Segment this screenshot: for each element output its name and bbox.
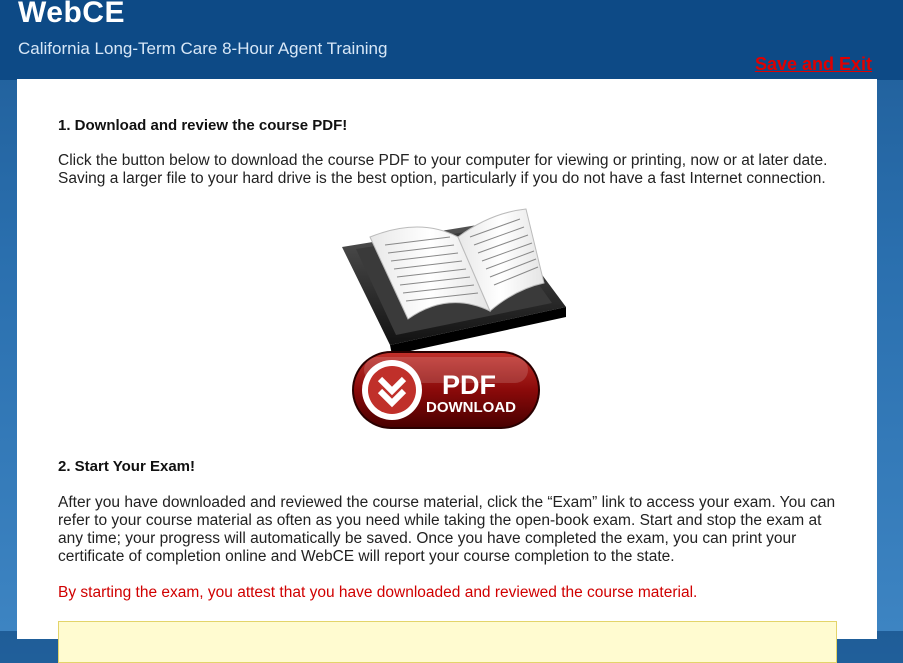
main-content: 1. Download and review the course PDF! C… [17, 79, 877, 663]
attest-warning: By starting the exam, you attest that yo… [58, 584, 698, 601]
section2-heading: 2. Start Your Exam! [58, 458, 195, 475]
exam-notice-box [58, 621, 837, 663]
logo-text: WebCE [18, 0, 125, 29]
save-and-exit-link[interactable]: Save and Exit [755, 54, 872, 75]
course-title: California Long-Term Care 8-Hour Agent T… [18, 39, 388, 58]
webce-logo: WebCE® [18, 0, 132, 30]
pdf-button-line1: PDF [442, 370, 496, 400]
site-header: WebCE® California Long-Term Care 8-Hour … [0, 0, 903, 80]
pdf-button-line2: DOWNLOAD [426, 399, 516, 416]
section2-body: After you have downloaded and reviewed t… [58, 494, 836, 565]
pdf-download-button[interactable]: PDF DOWNLOAD [330, 207, 576, 443]
section1-heading: 1. Download and review the course PDF! [58, 117, 348, 134]
section1-body: Click the button below to download the c… [58, 152, 828, 187]
